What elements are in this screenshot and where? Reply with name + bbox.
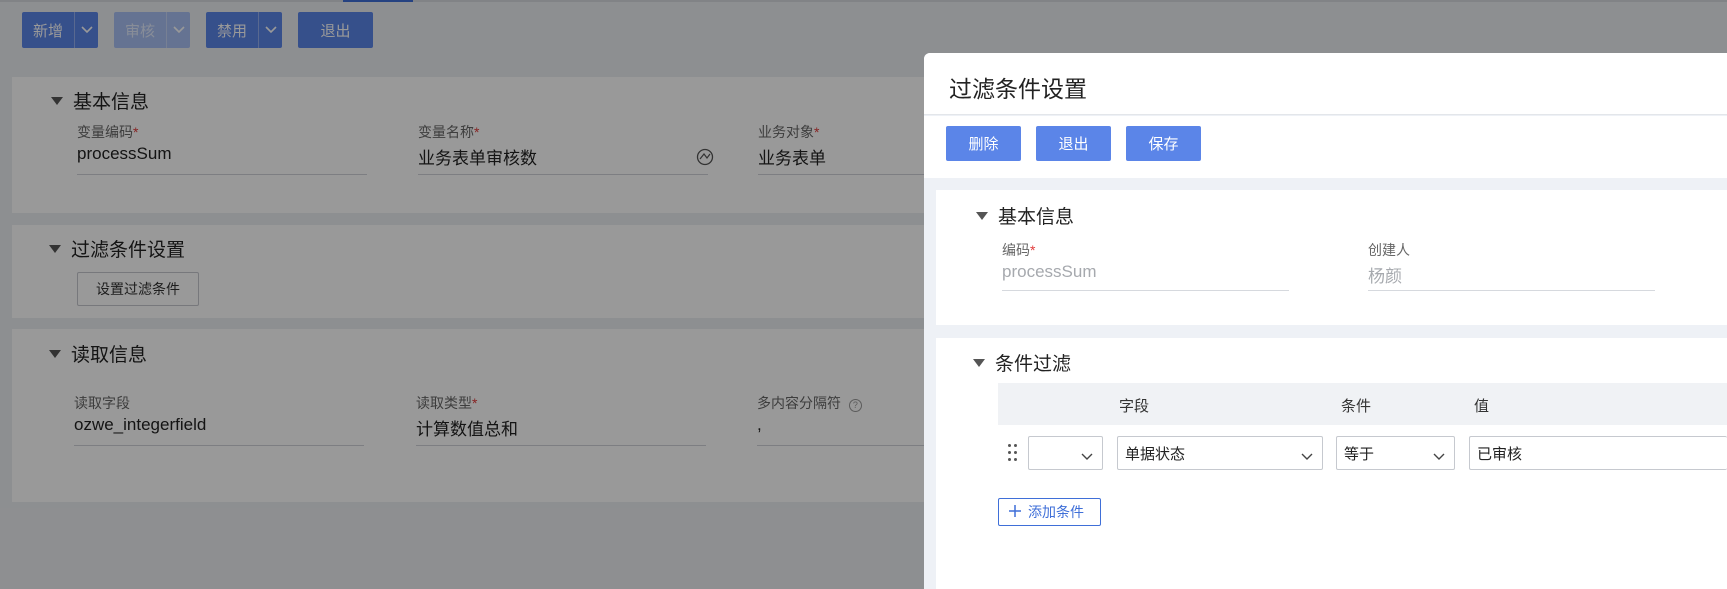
add-condition-button[interactable]: 添加条件: [998, 498, 1101, 526]
drag-handle-icon[interactable]: [1008, 444, 1020, 464]
collapse-triangle-icon: [973, 358, 985, 367]
field-label: 编码: [1002, 242, 1030, 258]
collapse-triangle-icon: [976, 211, 988, 220]
save-button[interactable]: 保存: [1126, 126, 1201, 161]
chevron-down-icon: [1433, 448, 1445, 465]
field-label: 创建人: [1368, 242, 1410, 258]
drawer-basic-info-section: 基本信息 编码* processSum 创建人 杨颜: [936, 190, 1727, 325]
filter-settings-drawer: 过滤条件设置 删除 退出 保存 基本信息 编码* processSum 创建人 …: [924, 53, 1727, 589]
field-select[interactable]: 单据状态: [1117, 436, 1323, 470]
drawer-basic-info-header[interactable]: 基本信息: [976, 202, 1074, 229]
add-condition-label: 添加条件: [1028, 504, 1084, 520]
column-header-field: 字段: [1119, 398, 1150, 415]
condition-row: 单据状态 等于 已审核: [998, 436, 1727, 470]
field-underline: [1002, 290, 1289, 291]
section-title: 条件过滤: [995, 354, 1072, 375]
code-field[interactable]: 编码* processSum: [1002, 240, 1289, 291]
plus-icon: [1009, 504, 1021, 520]
drawer-toolbar: 删除 退出 保存: [924, 116, 1727, 178]
column-header-condition: 条件: [1341, 398, 1372, 415]
condition-table-header: 字段 条件 值: [998, 383, 1727, 425]
section-title: 基本信息: [998, 207, 1075, 228]
drawer-header: 过滤条件设置: [924, 53, 1727, 115]
creator-field: 创建人 杨颜: [1368, 240, 1655, 291]
condition-filter-header[interactable]: 条件过滤: [973, 349, 1071, 376]
required-mark: *: [1030, 242, 1036, 258]
logic-select[interactable]: [1028, 436, 1103, 470]
field-value: processSum: [1002, 262, 1097, 281]
drawer-title: 过滤条件设置: [949, 76, 1087, 102]
chevron-down-icon: [1081, 448, 1093, 465]
drawer-exit-button[interactable]: 退出: [1036, 126, 1111, 161]
column-header-value: 值: [1474, 398, 1490, 415]
value-select[interactable]: 已审核: [1469, 436, 1727, 470]
operator-select[interactable]: 等于: [1336, 436, 1455, 470]
field-value: 杨颜: [1368, 267, 1402, 286]
delete-button[interactable]: 删除: [946, 126, 1021, 161]
field-underline: [1368, 290, 1655, 291]
chevron-down-icon: [1301, 448, 1313, 465]
condition-filter-section: 条件过滤 字段 条件 值 单据状态 等于 已审核 添加条件: [936, 338, 1727, 589]
